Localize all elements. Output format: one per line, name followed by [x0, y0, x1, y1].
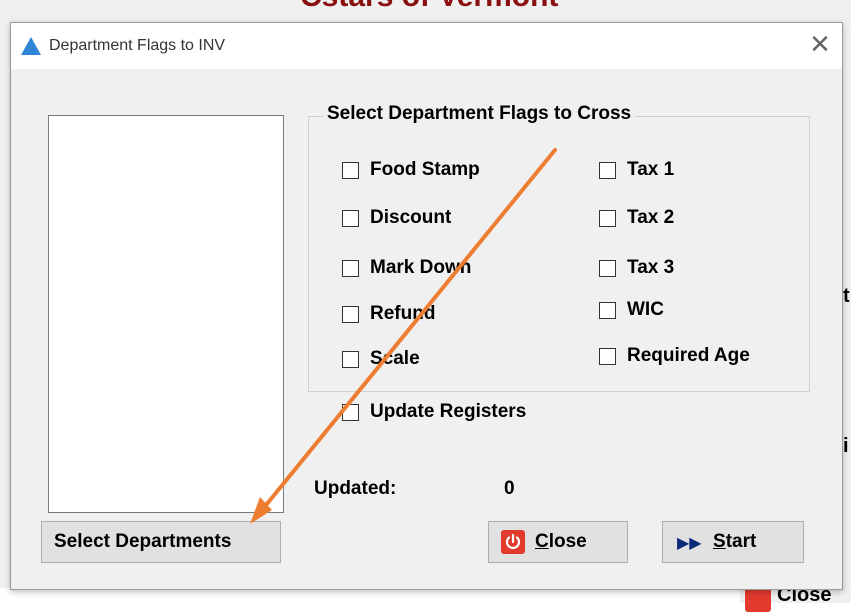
annotation-arrow-line [260, 148, 557, 512]
annotation-arrow [250, 148, 557, 524]
